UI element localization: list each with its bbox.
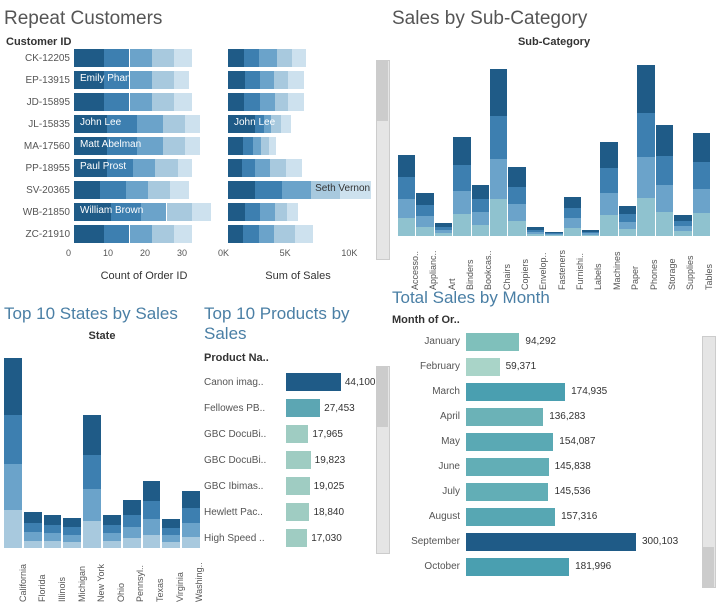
top10s-title: Top 10 States by Sales	[4, 304, 200, 324]
table-row[interactable]: April136,283	[392, 405, 716, 428]
bar[interactable]	[453, 56, 470, 236]
bar[interactable]	[63, 348, 81, 548]
dashboard: Repeat Customers Customer ID CK-12205EP-…	[0, 0, 720, 607]
top10-states-panel: Top 10 States by Sales State CaliforniaF…	[4, 300, 200, 602]
bar[interactable]	[416, 56, 433, 236]
top10p-subtitle: Product Na..	[204, 352, 390, 364]
subcategory-panel: Sales by Sub-Category Sub-Category Acces…	[392, 4, 716, 282]
bar[interactable]	[637, 56, 654, 236]
bar[interactable]	[143, 348, 161, 548]
table-row[interactable]: August157,316	[392, 505, 716, 528]
repeat-scrollbar[interactable]	[376, 60, 390, 260]
table-row[interactable]: July145,536	[392, 480, 716, 503]
table-row[interactable]: June145,838	[392, 455, 716, 478]
repeat-rows: CK-12205EP-13915Emily PhanJD-15895JL-158…	[4, 48, 390, 244]
table-row[interactable]: EP-13915Emily Phan	[4, 70, 390, 90]
table-row[interactable]: GBC Ibimas..19,025	[204, 474, 390, 498]
table-row[interactable]: January94,292	[392, 330, 716, 353]
top10s-xlabels: CaliforniaFloridaIllinoisMichiganNew Yor…	[4, 550, 200, 606]
bar[interactable]	[182, 348, 200, 548]
top10p-scrollbar[interactable]	[376, 366, 390, 554]
subcat-title: Sales by Sub-Category	[392, 8, 716, 30]
table-row[interactable]: CK-12205	[4, 48, 390, 68]
bar[interactable]	[103, 348, 121, 548]
monthly-subtitle: Month of Or..	[392, 314, 716, 326]
table-row[interactable]: JD-15895	[4, 92, 390, 112]
bar[interactable]	[123, 348, 141, 548]
count-axis: 0102030	[70, 248, 218, 260]
table-row[interactable]: GBC DocuBi..17,965	[204, 422, 390, 446]
table-row[interactable]: Hewlett Pac..18,840	[204, 500, 390, 524]
repeat-title: Repeat Customers	[4, 8, 390, 30]
table-row[interactable]: Canon imag..44,100	[204, 370, 390, 394]
bar[interactable]	[693, 56, 710, 236]
bar[interactable]	[545, 56, 562, 236]
bar[interactable]	[472, 56, 489, 236]
table-row[interactable]: JL-15835John LeeJohn Lee	[4, 114, 390, 134]
table-row[interactable]: May154,087	[392, 430, 716, 453]
table-row[interactable]: MA-17560Matt Abelman	[4, 136, 390, 156]
monthly-rows: January94,292February59,371March174,935A…	[392, 330, 716, 578]
subcat-chart[interactable]	[398, 56, 710, 236]
sales-axis-title: Sum of Sales	[224, 270, 372, 282]
customer-id-header: Customer ID	[6, 36, 390, 48]
bar[interactable]	[398, 56, 415, 236]
top10p-title: Top 10 Products by Sales	[204, 304, 390, 344]
bar[interactable]	[24, 348, 42, 548]
table-row[interactable]: September300,103	[392, 530, 716, 553]
table-row[interactable]: PP-18955Paul Prost	[4, 158, 390, 178]
monthly-scrollbar[interactable]	[702, 336, 716, 588]
bar[interactable]	[674, 56, 691, 236]
table-row[interactable]: WB-21850William Brown	[4, 202, 390, 222]
bar[interactable]	[44, 348, 62, 548]
sales-axis: 0K5K10K	[224, 248, 372, 260]
top10s-chart[interactable]	[4, 348, 200, 548]
table-row[interactable]: SV-20365Seth Vernon	[4, 180, 390, 200]
bar[interactable]	[656, 56, 673, 236]
bar[interactable]	[490, 56, 507, 236]
table-row[interactable]: GBC DocuBi..19,823	[204, 448, 390, 472]
bar[interactable]	[564, 56, 581, 236]
bar[interactable]	[83, 348, 101, 548]
bar[interactable]	[600, 56, 617, 236]
table-row[interactable]: High Speed ..17,030	[204, 526, 390, 550]
bar[interactable]	[582, 56, 599, 236]
top10s-subtitle: State	[4, 330, 200, 342]
bar[interactable]	[508, 56, 525, 236]
subcat-subtitle: Sub-Category	[392, 36, 716, 48]
bar[interactable]	[162, 348, 180, 548]
table-row[interactable]: Fellowes PB..27,453	[204, 396, 390, 420]
top10p-rows: Canon imag..44,100Fellowes PB..27,453GBC…	[204, 370, 390, 550]
bar[interactable]	[4, 348, 22, 548]
top10-products-panel: Top 10 Products by Sales Product Na.. Ca…	[204, 300, 390, 602]
repeat-customers-panel: Repeat Customers Customer ID CK-12205EP-…	[4, 4, 390, 294]
monthly-panel: Total Sales by Month Month of Or.. Janua…	[392, 284, 716, 604]
bar[interactable]	[619, 56, 636, 236]
table-row[interactable]: February59,371	[392, 355, 716, 378]
count-axis-title: Count of Order ID	[70, 270, 218, 282]
table-row[interactable]: October181,996	[392, 555, 716, 578]
bar[interactable]	[527, 56, 544, 236]
monthly-title: Total Sales by Month	[392, 288, 716, 308]
bar[interactable]	[435, 56, 452, 236]
table-row[interactable]: ZC-21910	[4, 224, 390, 244]
table-row[interactable]: March174,935	[392, 380, 716, 403]
